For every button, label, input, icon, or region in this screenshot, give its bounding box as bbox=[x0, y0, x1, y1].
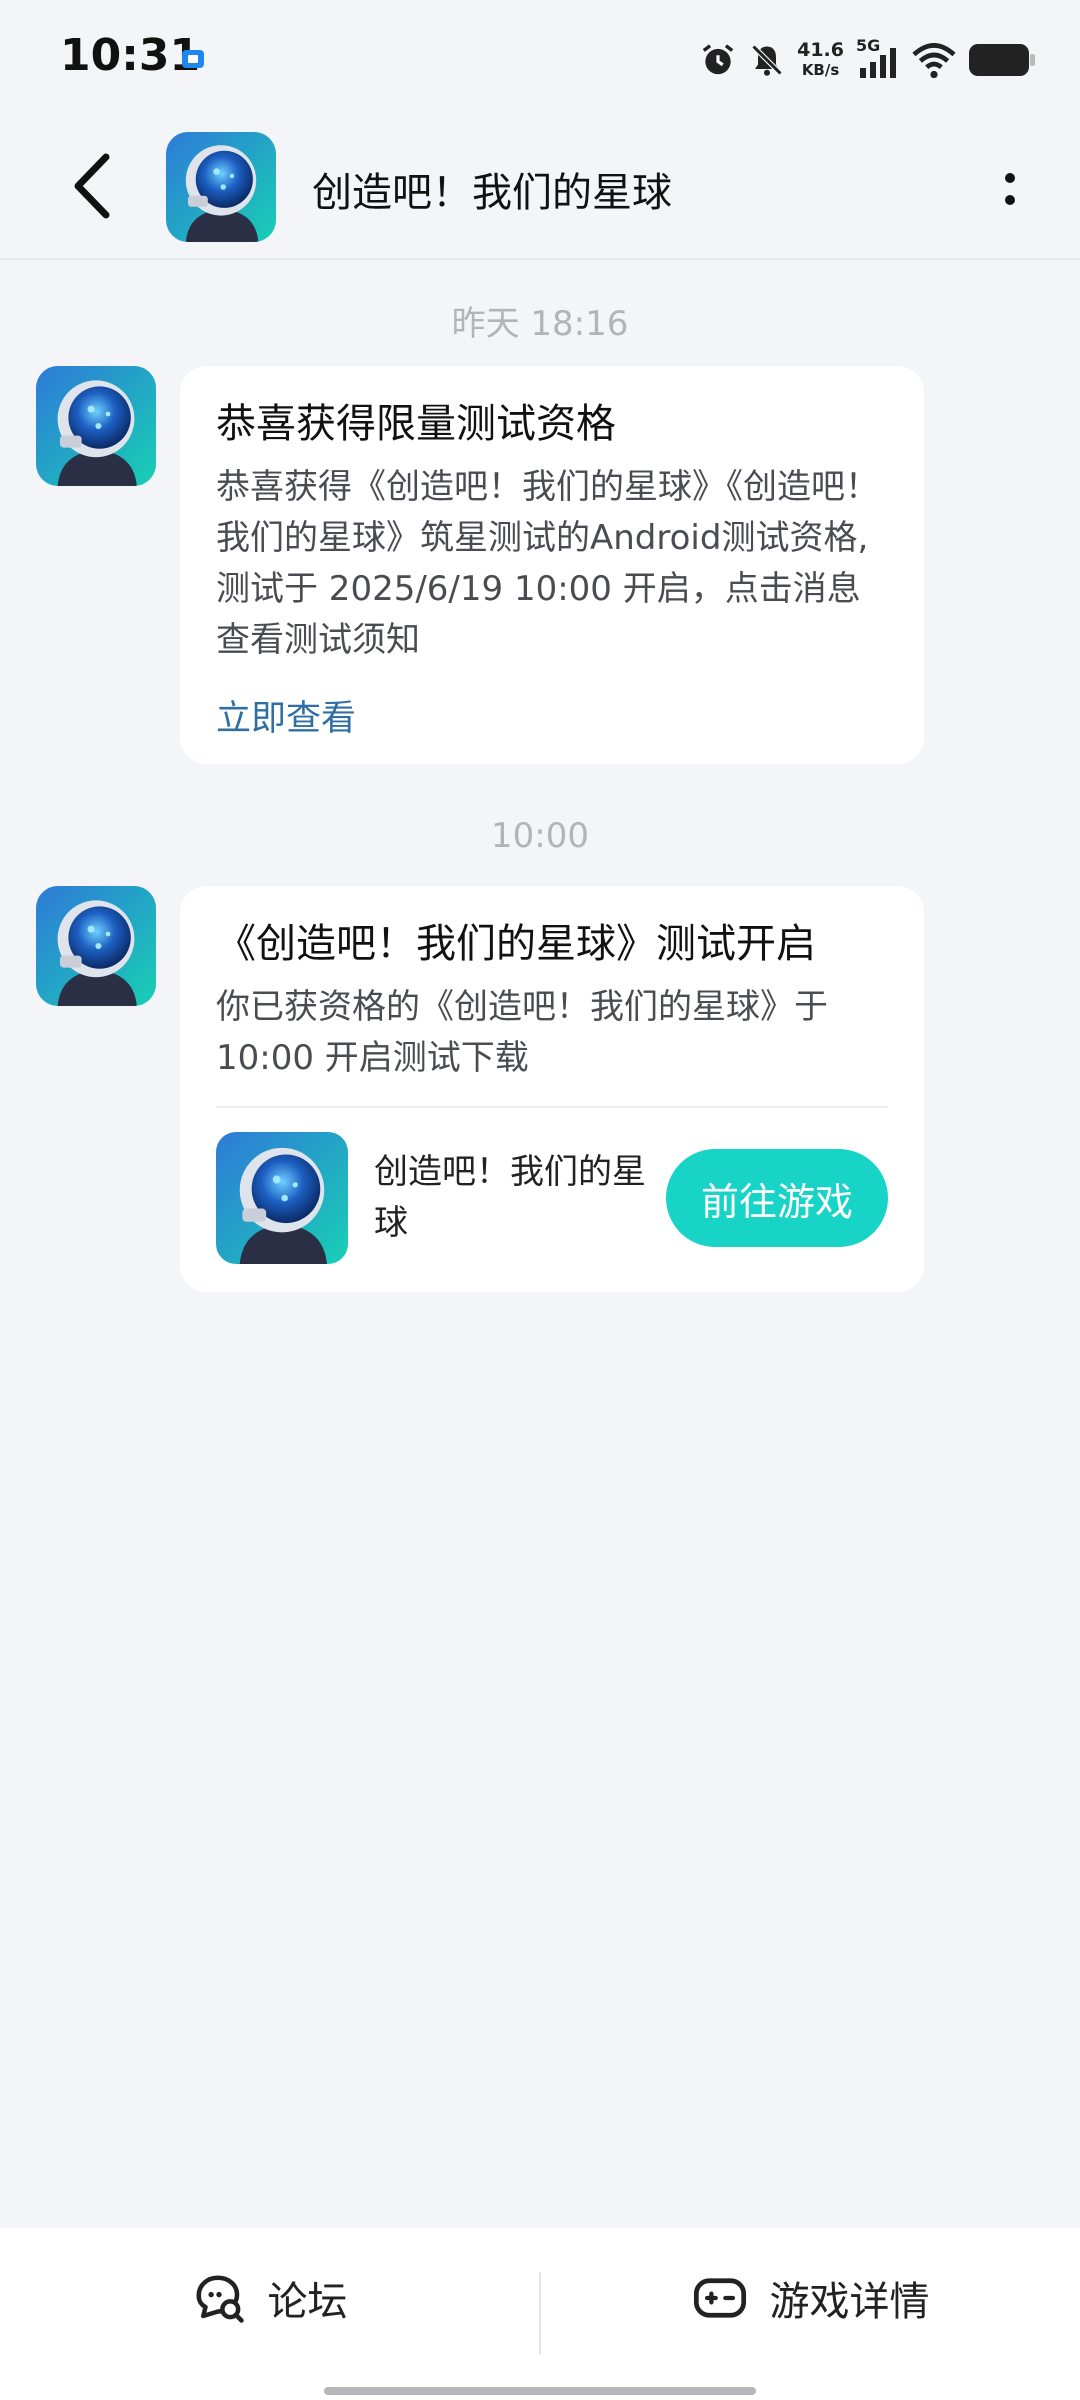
game-avatar[interactable] bbox=[166, 132, 276, 242]
view-now-link[interactable]: 立即查看 bbox=[216, 690, 888, 741]
gamepad-icon bbox=[693, 2278, 746, 2318]
back-button[interactable] bbox=[56, 150, 128, 222]
astronaut-icon bbox=[216, 1132, 348, 1264]
card-divider bbox=[216, 1106, 888, 1108]
net-speed-value: 41.6 bbox=[797, 39, 844, 61]
sender-avatar[interactable] bbox=[36, 366, 156, 486]
battery-icon bbox=[969, 44, 1035, 76]
message-title: 《创造吧！我们的星球》测试开启 bbox=[216, 921, 816, 967]
go-to-game-button[interactable]: 前往游戏 bbox=[666, 1149, 888, 1247]
home-indicator[interactable] bbox=[324, 2387, 756, 2395]
forum-button[interactable]: 论坛 bbox=[0, 2228, 539, 2368]
signal-icon bbox=[860, 48, 896, 78]
back-arrow-icon bbox=[74, 153, 110, 219]
status-icons: 41.6 KB/s 5G bbox=[699, 34, 1036, 86]
forum-label: 论坛 bbox=[267, 2279, 348, 2325]
more-dot bbox=[1005, 195, 1015, 205]
bottom-bar: 论坛 游戏详情 bbox=[0, 2228, 1080, 2400]
astronaut-icon bbox=[166, 132, 276, 242]
astronaut-icon bbox=[36, 886, 156, 1006]
app-bar: 创造吧！我们的星球 bbox=[0, 120, 1080, 260]
game-icon[interactable] bbox=[216, 1132, 348, 1264]
signal-group: 5G bbox=[856, 36, 900, 80]
message-body: 你已获资格的《创造吧！我们的星球》于 10:00 开启测试下载 bbox=[216, 987, 828, 1078]
more-dot bbox=[1005, 173, 1015, 183]
game-details-label: 游戏详情 bbox=[769, 2279, 930, 2325]
more-button[interactable] bbox=[980, 154, 1040, 224]
astronaut-icon bbox=[36, 366, 156, 486]
status-bar: 10:31 41.6 KB/s 5G bbox=[0, 0, 1080, 120]
net-speed: 41.6 KB/s bbox=[797, 40, 844, 80]
net-speed-unit: KB/s bbox=[801, 61, 840, 79]
game-name: 创造吧！我们的星球 bbox=[374, 1152, 646, 1243]
page-title: 创造吧！我们的星球 bbox=[312, 170, 672, 216]
forum-icon bbox=[196, 2275, 244, 2323]
game-entry[interactable]: 创造吧！我们的星球 前往游戏 bbox=[216, 1132, 888, 1264]
app-notification-icon bbox=[182, 50, 204, 68]
message-card[interactable]: 恭喜获得限量测试资格 恭喜获得《创造吧！我们的星球》《创造吧！我们的星球》筑星测… bbox=[180, 366, 924, 764]
message-card[interactable]: 《创造吧！我们的星球》测试开启 你已获资格的《创造吧！我们的星球》于 10:00… bbox=[180, 886, 924, 1292]
game-details-button[interactable]: 游戏详情 bbox=[541, 2228, 1080, 2368]
message-timestamp: 昨天 18:16 bbox=[451, 304, 629, 344]
sender-avatar[interactable] bbox=[36, 886, 156, 1006]
message-title: 恭喜获得限量测试资格 bbox=[216, 401, 616, 447]
alarm-icon bbox=[702, 44, 734, 75]
message-body: 恭喜获得《创造吧！我们的星球》《创造吧！我们的星球》筑星测试的Android测试… bbox=[216, 467, 879, 660]
message-timestamp: 10:00 bbox=[491, 816, 589, 856]
wifi-icon bbox=[912, 43, 956, 79]
mute-icon bbox=[751, 44, 783, 76]
